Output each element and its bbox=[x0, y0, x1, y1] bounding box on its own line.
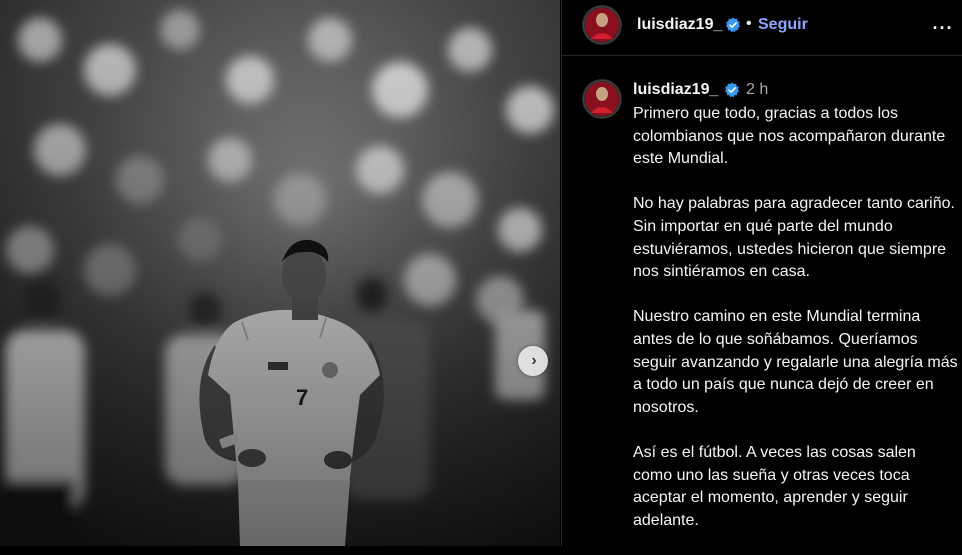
more-options-button[interactable]: ··· bbox=[931, 16, 955, 40]
avatar-image bbox=[582, 79, 622, 119]
avatar[interactable] bbox=[582, 5, 622, 45]
player-photo-image: 7 bbox=[0, 0, 560, 546]
next-photo-button[interactable]: › bbox=[518, 346, 548, 376]
post-header: luisdiaz19_ • Seguir ··· bbox=[562, 0, 962, 56]
post-side-panel: luisdiaz19_ • Seguir ··· luisdiaz19_ 2 h bbox=[561, 0, 962, 546]
follow-button[interactable]: Seguir bbox=[758, 16, 808, 34]
verified-badge-icon bbox=[725, 82, 739, 98]
caption-paragraph: Primero que todo, gracias a todos los co… bbox=[633, 105, 946, 168]
verified-badge-icon bbox=[726, 17, 740, 33]
caption-text: Primero que todo, gracias a todos los co… bbox=[633, 103, 958, 555]
more-horizontal-icon: ··· bbox=[932, 17, 954, 38]
caption-paragraph: No hay palabras para agradecer tanto car… bbox=[633, 195, 955, 281]
post-photo[interactable]: 7 › bbox=[0, 0, 560, 546]
post-timestamp[interactable]: 2 h bbox=[746, 81, 768, 99]
caption-paragraph: Así es el fútbol. A veces las cosas sale… bbox=[633, 443, 916, 529]
chevron-right-icon: › bbox=[531, 352, 537, 369]
avatar-image bbox=[582, 5, 622, 45]
caption-username[interactable]: luisdiaz19_ bbox=[633, 81, 718, 99]
separator-dot: • bbox=[746, 15, 752, 32]
caption-paragraph: Nuestro camino en este Mundial termina a… bbox=[633, 308, 958, 416]
header-username[interactable]: luisdiaz19_ bbox=[637, 16, 722, 34]
caption-avatar[interactable] bbox=[582, 79, 622, 119]
